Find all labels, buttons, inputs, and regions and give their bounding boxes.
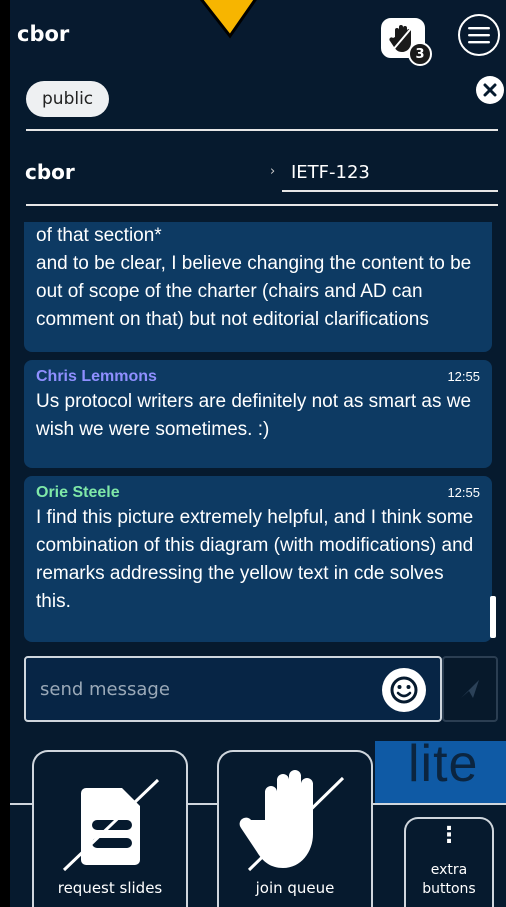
- smiley-icon: [390, 676, 418, 704]
- lite-logo: lite: [408, 735, 479, 793]
- session-selector[interactable]: IETF-123: [291, 162, 370, 183]
- divider: [26, 204, 498, 206]
- close-button[interactable]: [476, 76, 504, 104]
- emoji-button[interactable]: [382, 668, 426, 712]
- extra-buttons-button[interactable]: ⋮ extra buttons: [404, 817, 494, 907]
- hand-icon: [239, 770, 345, 872]
- message-text: Us protocol writers are definitely not a…: [36, 391, 472, 440]
- chat-message-list[interactable]: of that section* and to be clear, I beli…: [24, 222, 492, 642]
- pointer-arrow-icon: [199, 0, 257, 39]
- join-queue-button[interactable]: join queue: [217, 750, 373, 907]
- extra-buttons-label: extra buttons: [422, 862, 476, 897]
- divider: [26, 129, 498, 131]
- header: cbor 3: [10, 0, 506, 70]
- message-author: Orie Steele: [36, 484, 120, 501]
- chat-scrollbar[interactable]: [490, 596, 496, 638]
- menu-icon: [468, 27, 490, 44]
- page-title: cbor: [17, 22, 70, 46]
- send-icon: [461, 680, 479, 698]
- chat-message: Orie Steele 12:55 I find this picture ex…: [24, 476, 492, 642]
- chat-message: of that section* and to be clear, I beli…: [24, 222, 492, 352]
- message-time: 12:55: [447, 485, 480, 500]
- slides-icon: [62, 778, 160, 872]
- message-author: Chris Lemmons: [36, 368, 157, 385]
- message-input[interactable]: [40, 674, 360, 704]
- queue-count-badge: 3: [408, 42, 432, 66]
- message-time: 12:55: [447, 369, 480, 384]
- message-header: Chris Lemmons 12:55: [36, 368, 480, 386]
- chevron-right-icon: ›: [270, 164, 276, 179]
- send-button[interactable]: [442, 656, 498, 722]
- meetecho-app: cbor 3 public cbor › IETF-123 of that se…: [10, 0, 506, 907]
- join-queue-label: join queue: [255, 879, 335, 897]
- session-underline: [282, 190, 498, 192]
- chat-message: Chris Lemmons 12:55 Us protocol writers …: [24, 360, 492, 468]
- message-text: of that section* and to be clear, I beli…: [36, 225, 472, 330]
- message-composer: [24, 656, 442, 722]
- close-icon: [483, 83, 497, 97]
- message-text: I find this picture extremely helpful, a…: [36, 507, 474, 612]
- menu-button[interactable]: [458, 14, 500, 56]
- vertical-dots-icon: ⋮: [438, 823, 460, 848]
- public-channel-tag[interactable]: public: [26, 81, 110, 117]
- room-name: cbor: [25, 160, 75, 184]
- request-slides-button[interactable]: request slides: [32, 750, 188, 907]
- message-header: Orie Steele 12:55: [36, 484, 480, 502]
- request-slides-label: request slides: [57, 879, 163, 897]
